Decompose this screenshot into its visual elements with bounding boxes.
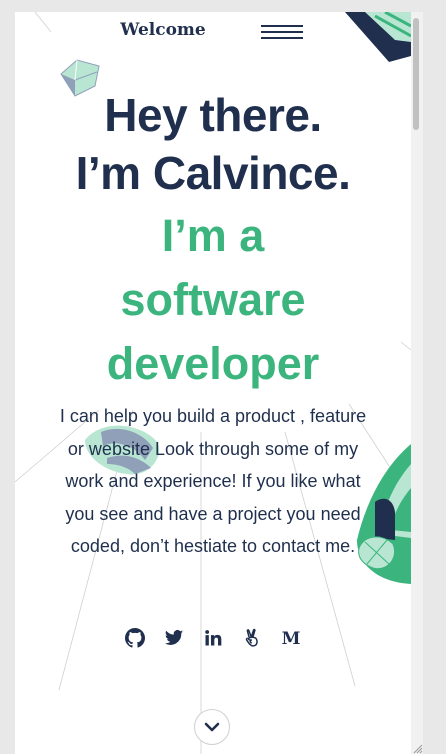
linkedin-icon[interactable] <box>203 628 223 648</box>
role-line-3: developer <box>106 338 320 389</box>
resize-grip-icon[interactable] <box>411 742 423 754</box>
angellist-icon[interactable] <box>242 628 262 648</box>
github-icon[interactable] <box>125 628 145 648</box>
scrollbar-thumb[interactable] <box>413 18 419 130</box>
hamburger-icon[interactable] <box>261 21 303 43</box>
twitter-icon[interactable] <box>164 628 184 648</box>
shape-top-right <box>345 12 411 62</box>
role-line-2: software <box>120 274 306 325</box>
social-links: M <box>15 628 411 648</box>
scrollbar[interactable] <box>411 12 423 754</box>
hero-section: Hey there. I’m Calvince. I’m a software … <box>15 86 411 394</box>
hero-description: I can help you build a product , feature… <box>59 406 367 556</box>
greeting-line-1: Hey there. <box>104 89 322 141</box>
medium-glyph: M <box>282 629 301 648</box>
medium-icon[interactable]: M <box>281 628 301 648</box>
scroll-down-button[interactable] <box>194 709 230 745</box>
chevron-down-icon <box>204 722 220 732</box>
browser-viewport: Welcome Hey there. I’m Calvince. I’m a s… <box>15 12 411 754</box>
greeting-line-2: I’m Calvince. <box>75 147 351 199</box>
role-line-1: I’m a <box>161 210 265 261</box>
